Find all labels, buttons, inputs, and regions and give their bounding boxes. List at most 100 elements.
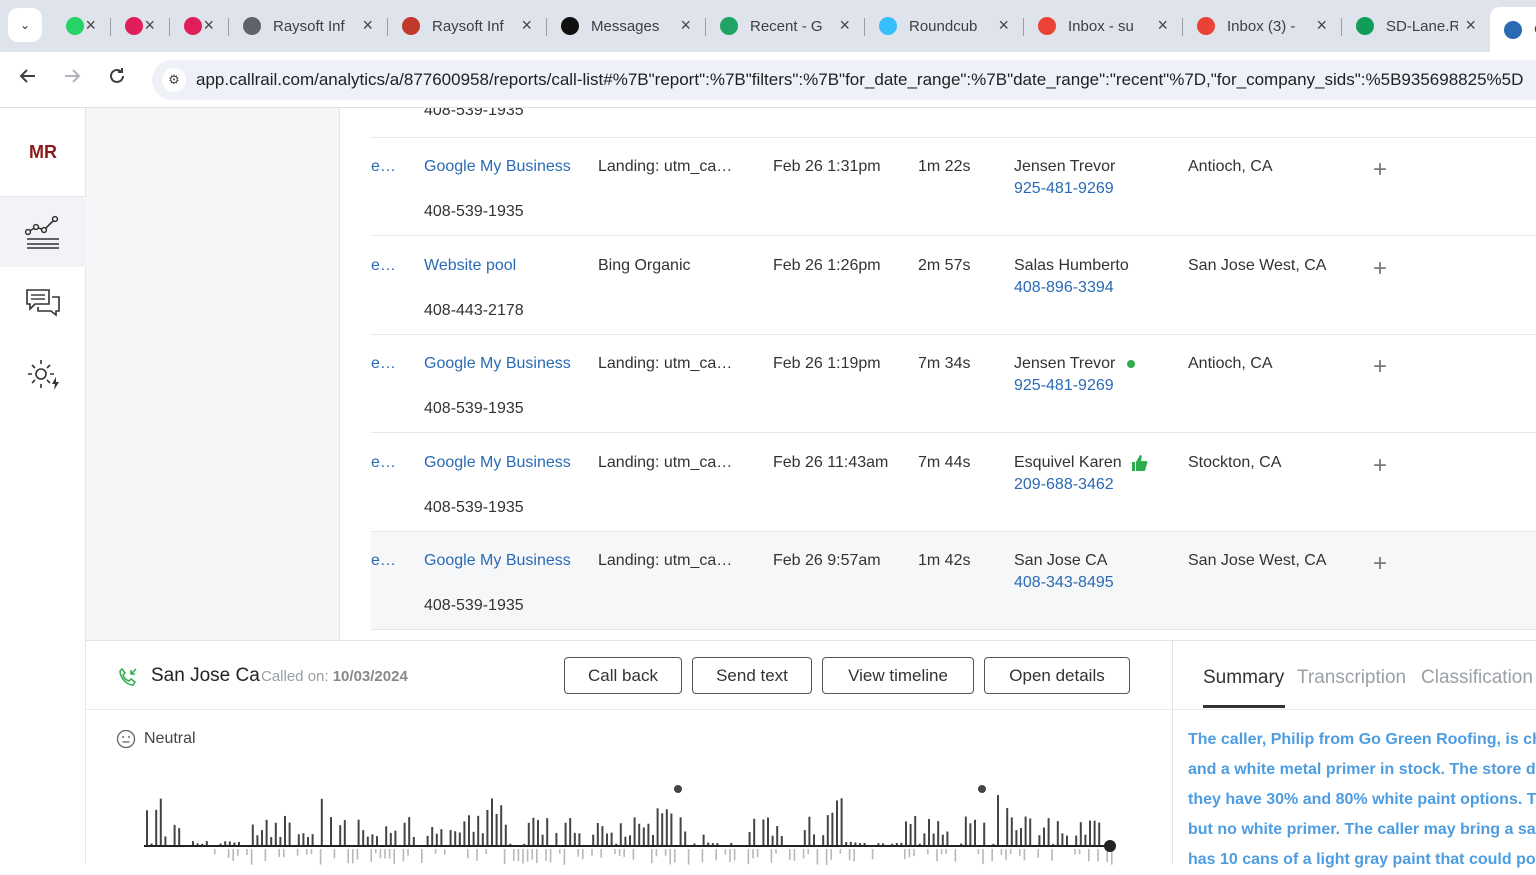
browser-tab[interactable]: Raysoft Inf × [229, 7, 388, 45]
reload-icon [110, 68, 124, 83]
caller-phone[interactable]: 925-481-9269 [1014, 377, 1114, 395]
browser-tab[interactable]: Inbox (3) - × [1183, 7, 1342, 45]
source-link[interactable]: Google My Business [424, 158, 571, 176]
browser-tab[interactable]: Messages × [547, 7, 706, 45]
close-tab-icon[interactable]: × [680, 16, 691, 34]
close-tab-icon[interactable]: × [1316, 16, 1327, 34]
browser-tab[interactable]: Inbox - su × [1024, 7, 1183, 45]
waveform-bar-agent [250, 849, 253, 865]
table-row[interactable]: e… Google My Business 408-539-1935 Landing:… [371, 434, 1536, 532]
add-tag-button[interactable]: + [1373, 156, 1387, 184]
tracking-number: 408-443-2178 [424, 301, 524, 319]
waveform-bar-caller [808, 816, 811, 845]
table-row[interactable]: e… Website pool 408-443-2178 Bing Organic Fe… [371, 237, 1536, 335]
add-tag-button[interactable]: + [1373, 452, 1387, 480]
caller-marker: Esquivel Karen [1014, 454, 1148, 475]
send-text-button[interactable]: Send text [692, 657, 812, 694]
call-audio-waveform[interactable] [144, 781, 1120, 865]
browser-tab[interactable]: × [170, 7, 229, 45]
truncated-cell[interactable]: e… [371, 552, 396, 570]
table-row[interactable]: e… Google My Business 408-539-1935 Landing:… [371, 335, 1536, 433]
call-back-button[interactable]: Call back [564, 657, 682, 694]
close-tab-icon[interactable]: × [203, 16, 214, 34]
source-link[interactable]: Google My Business [424, 454, 571, 472]
google-drive-icon [720, 17, 738, 35]
forward-button[interactable] [58, 66, 86, 94]
url-text[interactable]: app.callrail.com/analytics/a/877600958/r… [196, 70, 1523, 90]
truncated-cell[interactable]: e… [371, 355, 396, 373]
close-tab-icon[interactable]: × [1465, 16, 1476, 34]
browser-tab[interactable]: Recent - G × [706, 7, 865, 45]
waveform-bar-caller [946, 831, 949, 845]
waveform-bar-agent [545, 849, 547, 861]
waveform-bar-caller [1010, 817, 1013, 845]
caller-phone[interactable]: 209-688-3462 [1014, 476, 1114, 494]
back-button[interactable] [14, 66, 42, 94]
table-row[interactable]: e… Google My Business 408-539-1935 Landing:… [371, 138, 1536, 236]
playhead-handle[interactable] [1104, 840, 1116, 852]
browser-tab[interactable]: Raysoft Inf × [388, 7, 547, 45]
waveform-bar-caller [159, 798, 162, 845]
nav-analytics[interactable] [0, 197, 86, 267]
waveform-bar-agent [733, 849, 736, 861]
account-initials[interactable]: MR [0, 142, 86, 163]
landing-page: Landing: utm_ca… [598, 552, 733, 569]
caller-phone[interactable]: 925-481-9269 [1014, 180, 1114, 198]
browser-tab[interactable]: × [52, 7, 111, 45]
address-bar[interactable]: ⚙ app.callrail.com/analytics/a/877600958… [152, 60, 1536, 100]
waveform-bar-caller [256, 835, 259, 845]
waveform-bar-agent [526, 849, 529, 862]
waveform-bar-caller [371, 834, 374, 845]
site-settings-icon[interactable]: ⚙ [162, 68, 186, 92]
waveform-bar-caller [403, 822, 406, 845]
close-tab-icon[interactable]: × [362, 16, 373, 34]
waveform-bar-agent [1078, 849, 1081, 855]
reload-button[interactable] [103, 66, 131, 94]
caller-phone[interactable]: 408-896-3394 [1014, 279, 1114, 297]
thumbs-up-icon[interactable] [1130, 454, 1148, 472]
waveform-bar-caller [762, 819, 765, 845]
truncated-cell[interactable]: e… [371, 158, 396, 176]
browser-tab[interactable]: Roundcub × [865, 7, 1024, 45]
add-tag-button[interactable]: + [1373, 255, 1387, 283]
upwork-icon [561, 17, 579, 35]
tab-title: Inbox - su [1068, 17, 1134, 35]
close-tab-icon[interactable]: × [998, 16, 1009, 34]
tab-search-button[interactable]: ⌄ [8, 8, 42, 42]
waveform-bar-agent [306, 849, 308, 855]
truncated-cell[interactable]: e… [371, 454, 396, 472]
waveform-bar-caller [707, 842, 710, 845]
close-tab-icon[interactable]: × [144, 16, 155, 34]
close-tab-icon[interactable]: × [521, 16, 532, 34]
close-tab-icon[interactable]: × [839, 16, 850, 34]
waveform-bar-agent [913, 849, 915, 857]
waveform-bar-agent [582, 849, 584, 860]
close-tab-icon[interactable]: × [1157, 16, 1168, 34]
tab-classification[interactable]: Classification [1421, 667, 1533, 689]
add-tag-button[interactable]: + [1373, 353, 1387, 381]
waveform-bar-agent [434, 849, 437, 854]
browser-tab[interactable]: SD-Lane.R × [1342, 7, 1490, 45]
browser-tab[interactable]: × [111, 7, 170, 45]
waveform-bar-agent [227, 849, 230, 858]
tab-transcription[interactable]: Transcription [1297, 667, 1406, 689]
nav-conversations[interactable] [0, 268, 86, 338]
browser-tab[interactable]: C [1490, 7, 1536, 52]
table-row[interactable]: e… Google My Business 408-539-1935 Landing:… [371, 532, 1536, 630]
waveform-bar-caller [831, 812, 834, 845]
nav-settings[interactable] [0, 339, 86, 409]
truncated-cell[interactable]: e… [371, 257, 396, 275]
caller-phone[interactable]: 408-343-8495 [1014, 574, 1114, 592]
online-status-dot [1127, 359, 1136, 368]
source-link[interactable]: Google My Business [424, 552, 571, 570]
open-details-button[interactable]: Open details [984, 657, 1130, 694]
source-link[interactable]: Website pool [424, 257, 516, 275]
source-link[interactable]: Google My Business [424, 355, 571, 373]
waveform-bar-caller [619, 823, 622, 845]
waveform-bar-caller [251, 824, 254, 845]
close-tab-icon[interactable]: × [85, 16, 96, 34]
tab-summary[interactable]: Summary [1203, 667, 1284, 689]
waveform-bar-agent [232, 849, 234, 861]
add-tag-button[interactable]: + [1373, 550, 1387, 578]
view-timeline-button[interactable]: View timeline [822, 657, 974, 694]
